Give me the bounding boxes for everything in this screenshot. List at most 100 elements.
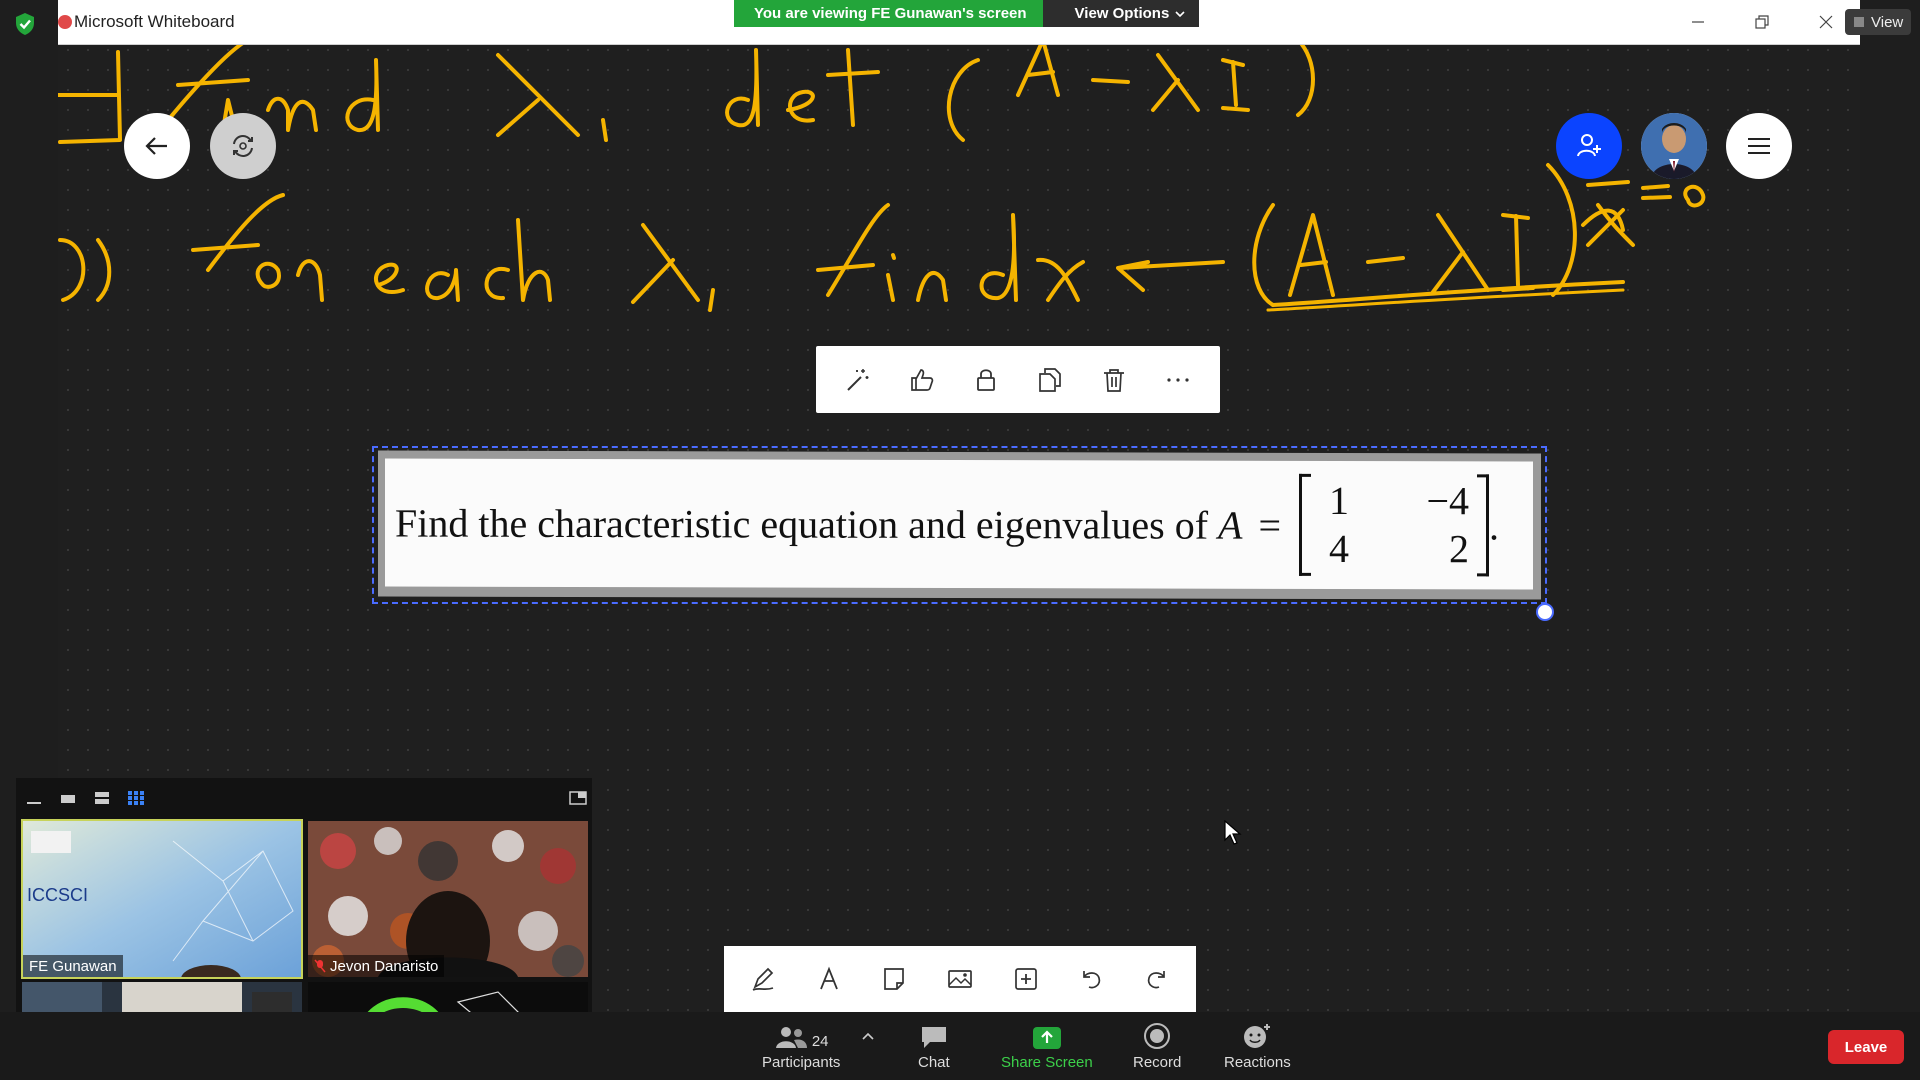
- participants-button[interactable]: 24 Participants: [762, 1020, 840, 1071]
- problem-suffix: .: [1489, 502, 1500, 548]
- react-button[interactable]: [900, 358, 944, 402]
- duplicate-button[interactable]: [1028, 358, 1072, 402]
- record-label: Record: [1133, 1054, 1182, 1071]
- arrow-left-icon: [145, 137, 167, 155]
- lock-icon: [977, 368, 995, 391]
- matrix-cell: 1: [1329, 477, 1350, 524]
- more-options-button[interactable]: [1156, 358, 1200, 402]
- avatar-photo: [1641, 113, 1707, 179]
- reactions-button[interactable]: Reactions: [1224, 1020, 1291, 1071]
- speaker-view-icon[interactable]: [58, 790, 78, 806]
- share-screen-label: Share Screen: [1001, 1054, 1093, 1071]
- gallery-view-icon[interactable]: [126, 790, 146, 806]
- matrix: 1 −4 4 2: [1299, 473, 1490, 577]
- resize-handle[interactable]: [1536, 603, 1554, 621]
- image-icon: [948, 970, 972, 988]
- view-options-button[interactable]: View Options: [1042, 0, 1200, 27]
- hamburger-icon: [1748, 138, 1770, 154]
- problem-text: Find the characteristic equation and eig…: [395, 472, 1499, 577]
- matrix-cell: −4: [1426, 478, 1470, 524]
- video-tile-fe-gunawan[interactable]: ICCSCI FE Gunawan: [21, 819, 303, 979]
- participant-name: FE Gunawan: [23, 955, 123, 977]
- restore-button[interactable]: [1734, 6, 1790, 38]
- magic-wand-button[interactable]: [836, 358, 880, 402]
- trash-icon: [1104, 368, 1124, 392]
- pasted-image: Find the characteristic equation and eig…: [378, 450, 1541, 600]
- pen-icon: [752, 967, 774, 991]
- invite-button[interactable]: [1556, 113, 1622, 179]
- chevron-up-icon[interactable]: [862, 1032, 874, 1040]
- meeting-controls: 24 Participants Chat Share Screen Record…: [0, 1012, 1920, 1080]
- menu-button[interactable]: [1726, 113, 1792, 179]
- share-screen-button[interactable]: Share Screen: [1001, 1020, 1093, 1071]
- sync-icon: [233, 135, 253, 157]
- matrix-cell: 2: [1449, 526, 1470, 572]
- sync-button[interactable]: [210, 113, 276, 179]
- problem-prefix: Find the characteristic equation and eig…: [395, 500, 1209, 548]
- restore-icon: [1755, 15, 1769, 29]
- delete-button[interactable]: [1092, 358, 1136, 402]
- chat-button[interactable]: Chat: [918, 1020, 950, 1071]
- sticky-note-button[interactable]: [871, 956, 917, 1002]
- share-screen-icon: [1032, 1027, 1061, 1049]
- video-panel-header: [16, 778, 592, 818]
- strip-view-icon[interactable]: [92, 790, 112, 806]
- pen-tool-button[interactable]: [740, 956, 786, 1002]
- participants-icon: [775, 1027, 807, 1048]
- reactions-label: Reactions: [1224, 1054, 1291, 1071]
- participants-count: 24: [811, 1033, 829, 1050]
- mouse-cursor-icon: [1224, 820, 1242, 845]
- video-tile-jevon-danaristo[interactable]: Jevon Danaristo: [308, 821, 588, 977]
- pop-out-icon[interactable]: [568, 790, 588, 806]
- record-icon: [1144, 1023, 1171, 1049]
- lock-button[interactable]: [964, 358, 1008, 402]
- minimize-video-icon[interactable]: [24, 790, 44, 806]
- copy-icon: [1039, 367, 1061, 392]
- equals-sign: =: [1258, 502, 1282, 548]
- back-button[interactable]: [124, 113, 190, 179]
- screen-share-banner: You are viewing FE Gunawan's screen View…: [734, 0, 1200, 27]
- ellipsis-icon: [1167, 377, 1189, 382]
- share-message: You are viewing FE Gunawan's screen: [734, 0, 1043, 27]
- reactions-icon: [1244, 1024, 1271, 1048]
- right-bracket: [1477, 474, 1490, 577]
- add-person-icon: [1577, 134, 1601, 157]
- participants-label: Participants: [762, 1054, 841, 1071]
- matrix-cell: 4: [1329, 525, 1350, 572]
- redo-button[interactable]: [1134, 956, 1180, 1002]
- thumbs-up-icon: [911, 368, 934, 391]
- drawing-toolbar: [724, 946, 1196, 1012]
- magic-wand-icon: [847, 368, 869, 391]
- minimize-button[interactable]: [1670, 6, 1726, 38]
- image-tool-button[interactable]: [937, 956, 983, 1002]
- close-icon: [1819, 15, 1833, 29]
- participant-name: Jevon Danaristo: [308, 955, 445, 977]
- record-button[interactable]: Record: [1133, 1020, 1181, 1071]
- chat-icon: [921, 1027, 946, 1048]
- text-icon: [819, 966, 838, 990]
- selected-image-frame[interactable]: Find the characteristic equation and eig…: [372, 446, 1547, 604]
- redo-icon: [1147, 971, 1165, 989]
- matrix-variable: A: [1218, 502, 1243, 548]
- undo-icon: [1083, 971, 1101, 989]
- text-tool-button[interactable]: [806, 956, 852, 1002]
- undo-button[interactable]: [1068, 956, 1114, 1002]
- view-button[interactable]: View: [1845, 9, 1912, 35]
- leave-button[interactable]: Leave: [1828, 1030, 1904, 1064]
- add-box-icon: [1014, 968, 1037, 990]
- view-options-label: View Options: [1074, 5, 1170, 22]
- muted-mic-icon: [314, 959, 326, 973]
- chevron-down-icon: [1175, 10, 1185, 17]
- window-title: Microsoft Whiteboard: [74, 12, 235, 31]
- selection-toolbar: [816, 346, 1220, 413]
- shield-check-icon: [16, 13, 34, 35]
- chat-label: Chat: [918, 1054, 950, 1071]
- insert-button[interactable]: [1003, 956, 1049, 1002]
- video-feed: [308, 821, 588, 977]
- user-avatar[interactable]: [1641, 113, 1707, 179]
- right-strip: [1860, 0, 1920, 1012]
- svg-text:ICCSCI: ICCSCI: [27, 885, 88, 905]
- whiteboard-app-icon: [58, 15, 72, 29]
- view-label: View: [1871, 13, 1904, 31]
- sticky-note-icon: [884, 968, 905, 990]
